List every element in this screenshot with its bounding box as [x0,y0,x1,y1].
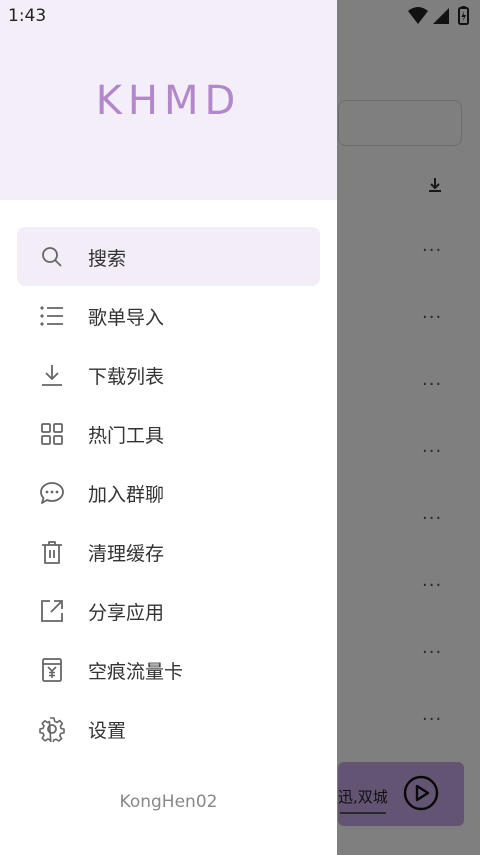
grid-icon [39,421,65,447]
menu-item-label: 加入群聊 [88,484,165,506]
menu-item-playlist-import[interactable]: 歌单导入 [17,286,320,345]
app-title: KHMD [95,78,242,124]
menu-item-label: 搜索 [88,248,127,270]
menu-item-search[interactable]: 搜索 [17,227,320,286]
chat-icon [39,480,65,506]
menu-item-label: 分享应用 [88,602,165,624]
status-icons [406,6,472,26]
signal-icon [433,8,449,24]
share-icon [39,598,65,624]
footer-username: KongHen02 [119,792,218,812]
menu-item-download-list[interactable]: 下载列表 [17,345,320,404]
menu-item-clear-cache[interactable]: 清理缓存 [17,522,320,581]
navigation-drawer: KHMD 搜索 歌单导入 下载列表 热门工具 加入群聊 清理缓存 分享应用 空痕… [0,0,337,855]
menu-item-data-card[interactable]: 空痕流量卡 [17,640,320,699]
menu-item-label: 下载列表 [88,366,165,388]
menu-item-settings[interactable]: 设置 [17,699,320,758]
menu-item-label: 清理缓存 [88,543,165,565]
wifi-icon [408,7,428,24]
drawer-menu: 搜索 歌单导入 下载列表 热门工具 加入群聊 清理缓存 分享应用 空痕流量卡 设… [17,227,320,758]
gear-icon [39,716,65,742]
menu-item-join-group[interactable]: 加入群聊 [17,463,320,522]
menu-item-share-app[interactable]: 分享应用 [17,581,320,640]
menu-item-hot-tools[interactable]: 热门工具 [17,404,320,463]
sim-card-icon [39,657,65,683]
status-time: 1:43 [8,6,47,26]
search-icon [39,244,65,270]
menu-item-label: 歌单导入 [88,307,165,329]
menu-item-label: 热门工具 [88,425,165,447]
menu-item-label: 空痕流量卡 [88,661,184,683]
download-icon [39,362,65,388]
trash-icon [39,539,65,565]
list-icon [39,303,65,329]
menu-item-label: 设置 [88,720,127,742]
status-bar: 1:43 [0,0,480,32]
battery-icon [458,6,469,25]
